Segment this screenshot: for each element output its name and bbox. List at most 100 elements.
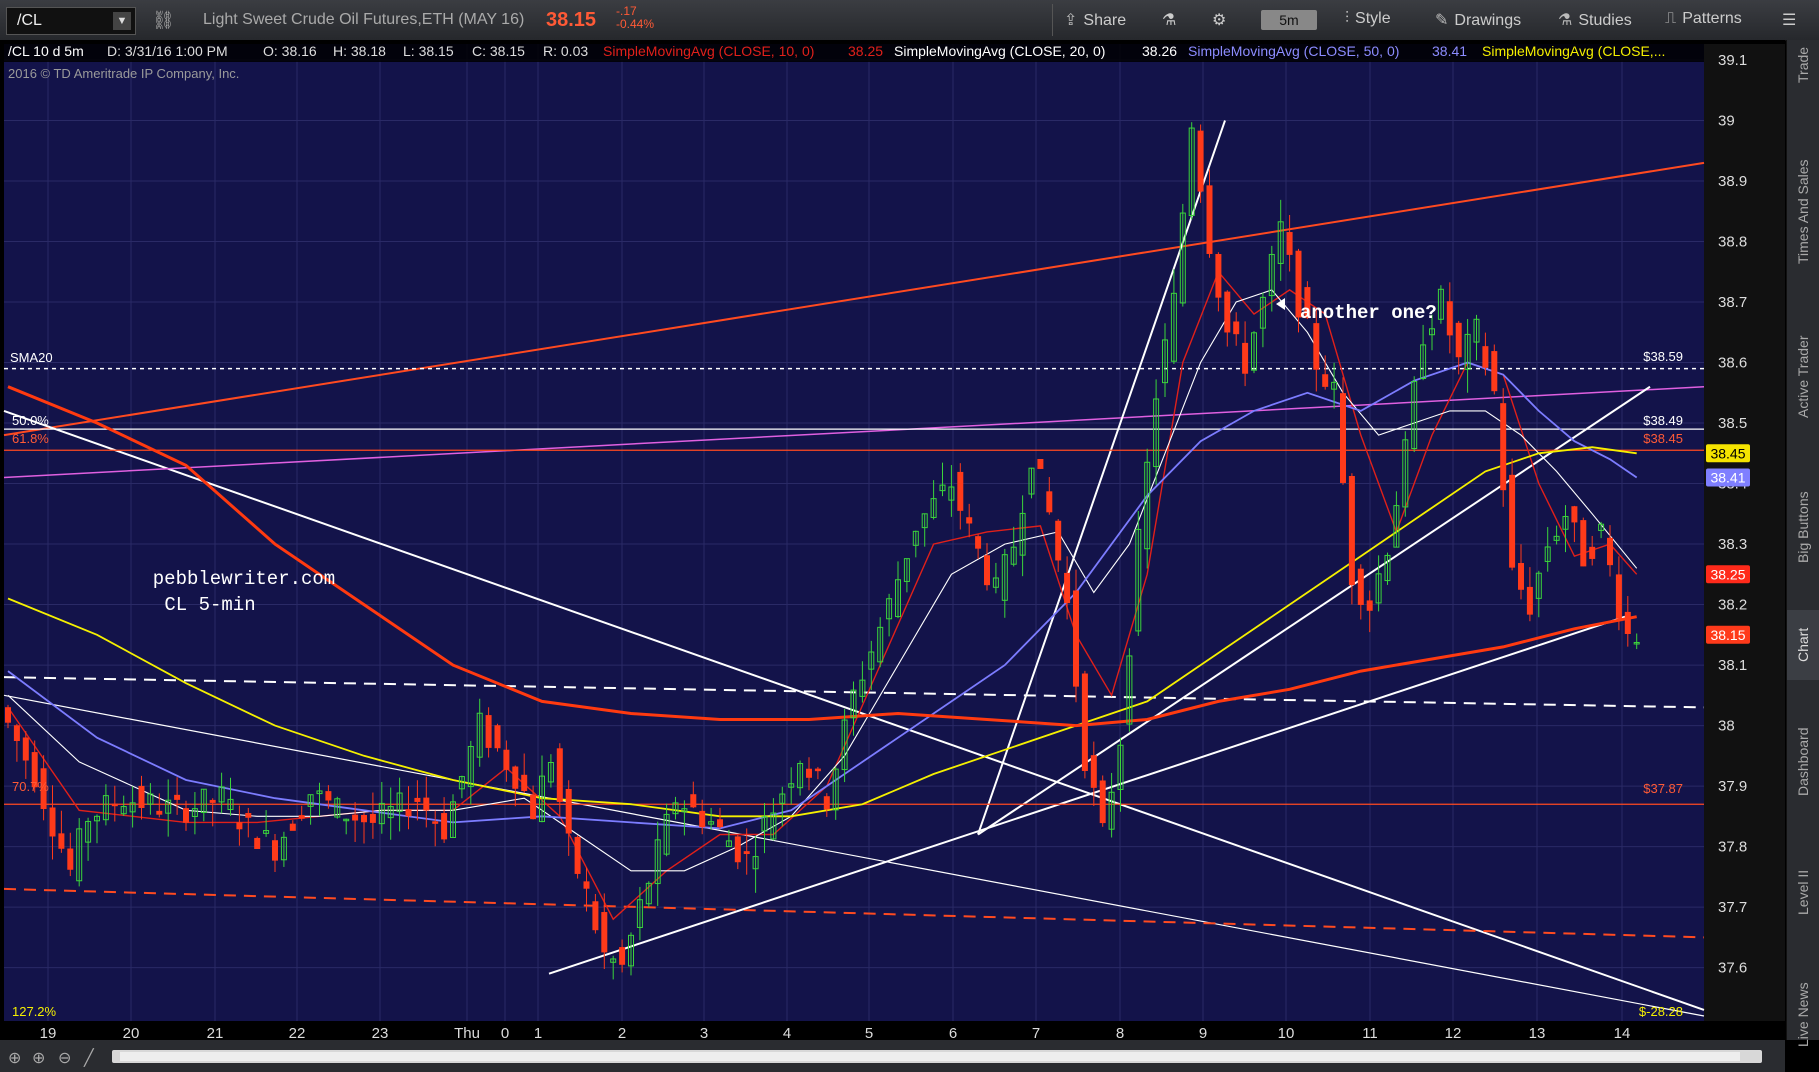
drawings-button[interactable]: ✎ Drawings [1435, 10, 1521, 30]
last-price: 38.15 [546, 9, 597, 31]
studies-button[interactable]: ⚗ Studies [1558, 10, 1632, 30]
scroll-thumb[interactable] [120, 1052, 1740, 1061]
candle-body [1099, 780, 1106, 824]
price-chart[interactable]: 39.13938.938.838.738.638.538.438.338.238… [0, 40, 1785, 1042]
side-tab-dashboard[interactable]: Dashboard [1787, 700, 1819, 824]
divider [1052, 4, 1053, 36]
x-tick-label: 9 [1199, 1025, 1207, 1040]
level-3787: $37.87 [1643, 781, 1683, 796]
candle-body [556, 748, 563, 802]
pencil-icon: ✎ [1435, 12, 1449, 29]
candle-body [957, 471, 964, 511]
x-tick-label: 11 [1362, 1025, 1378, 1040]
candle-body [1571, 506, 1578, 523]
flask-icon[interactable]: ⚗ [1162, 10, 1176, 30]
zoom-in-icon[interactable]: ⊕ [32, 1048, 45, 1068]
bar-close: C: 38.15 [472, 43, 525, 59]
candle-body [512, 766, 519, 789]
chart-area[interactable]: 39.13938.938.838.738.638.538.438.338.238… [0, 40, 1785, 1042]
candle-body [183, 808, 189, 823]
candle-body [209, 799, 216, 803]
candle-body [1206, 185, 1213, 254]
chart-desc: /CL 10 d 5m [8, 43, 84, 59]
fib-50: 50.0% [12, 413, 49, 428]
candle-body [1518, 563, 1524, 590]
y-tick-label: 37.6 [1718, 960, 1747, 977]
bar-open: O: 38.16 [263, 43, 317, 59]
candle-body [1615, 574, 1622, 619]
bottom-toolbar: ⊕ ⊕ ⊖ ╱ [0, 1040, 1785, 1072]
side-tab-big-buttons[interactable]: Big Buttons [1787, 460, 1819, 594]
candle-body [22, 737, 29, 761]
side-tab-times-and-sales[interactable]: Times And Sales [1787, 130, 1819, 294]
zoom-out-icon[interactable]: ⊖ [58, 1048, 71, 1068]
candle-body [1224, 291, 1231, 333]
candle-body [1482, 346, 1489, 368]
y-tick-label: 37.9 [1718, 778, 1747, 795]
candle-body [1607, 537, 1613, 566]
fib-618: 61.8% [12, 431, 49, 446]
candle-body [414, 797, 421, 802]
horizontal-scrollbar[interactable] [112, 1050, 1762, 1063]
change-percent: -0.44% [616, 17, 655, 31]
candle-body [1073, 590, 1079, 687]
level-3849: $38.49 [1643, 413, 1683, 428]
candle-body [272, 840, 278, 861]
side-tab-active-trader[interactable]: Active Trader [1787, 310, 1819, 444]
candle-body [1090, 755, 1097, 788]
x-tick-label: 0 [501, 1025, 509, 1040]
patterns-button[interactable]: ⎍ Patterns [1665, 10, 1742, 28]
share-label: Share [1083, 12, 1127, 29]
x-tick-label: Thu [454, 1025, 480, 1040]
style-label: Style [1355, 10, 1391, 27]
candle-body [592, 901, 599, 931]
studies-label: Studies [1578, 12, 1632, 29]
level-3845: $38.45 [1643, 431, 1683, 446]
share-button[interactable]: ⇪ Share [1064, 10, 1126, 30]
symbol-selector[interactable]: /CL ▼ [6, 7, 136, 35]
price-tag-label-3: 38.15 [1710, 627, 1745, 643]
x-tick-label: 2 [618, 1025, 626, 1040]
candle-body [1286, 232, 1293, 255]
candle-body [1446, 301, 1453, 336]
candle-body [174, 794, 181, 800]
timeframe-selector[interactable]: 5m [1261, 10, 1317, 30]
candle-body [1197, 130, 1204, 192]
patterns-label: Patterns [1682, 10, 1742, 27]
x-tick-label: 5 [865, 1025, 873, 1040]
style-button[interactable]: ⫶ Style [1345, 10, 1391, 28]
side-tab-trade[interactable]: Trade [1787, 18, 1819, 112]
link-icon[interactable]: ⛓ [152, 10, 175, 31]
crosshair-icon[interactable]: ⊕ [8, 1048, 21, 1068]
candle-body [1340, 393, 1346, 483]
style-icon: ⫶ [1345, 10, 1350, 27]
side-tab-chart[interactable]: Chart [1787, 610, 1819, 680]
side-tab-level-ii[interactable]: Level II [1787, 840, 1819, 944]
x-tick-label: 22 [289, 1025, 306, 1040]
candle-body [1233, 321, 1240, 335]
candle-body [58, 833, 65, 849]
candle-body [361, 814, 367, 823]
x-tick-label: 12 [1445, 1025, 1462, 1040]
x-tick-label: 23 [372, 1025, 389, 1040]
side-tab-live-news[interactable]: Live News [1787, 960, 1819, 1070]
draw-icon[interactable]: ╱ [84, 1048, 94, 1068]
sma50-value: 38.41 [1432, 43, 1467, 59]
candle-body [530, 794, 537, 820]
drawings-label: Drawings [1454, 12, 1522, 29]
x-tick-label: 6 [949, 1025, 957, 1040]
candle-body [1366, 600, 1373, 611]
y-tick-label: 39 [1718, 113, 1735, 130]
studies-icon: ⚗ [1558, 12, 1573, 29]
candle-body [1322, 374, 1329, 387]
x-tick-label: 8 [1116, 1025, 1124, 1040]
candle-body [1215, 254, 1222, 298]
patterns-icon: ⎍ [1665, 10, 1677, 27]
candle-body [814, 768, 821, 772]
chevron-down-icon[interactable]: ▼ [113, 12, 131, 30]
y-tick-label: 37.7 [1718, 899, 1747, 916]
candle-body [289, 823, 296, 831]
gear-icon[interactable]: ⚙ [1212, 10, 1226, 30]
sma10-value: 38.25 [848, 43, 883, 59]
candle-body [441, 813, 448, 840]
